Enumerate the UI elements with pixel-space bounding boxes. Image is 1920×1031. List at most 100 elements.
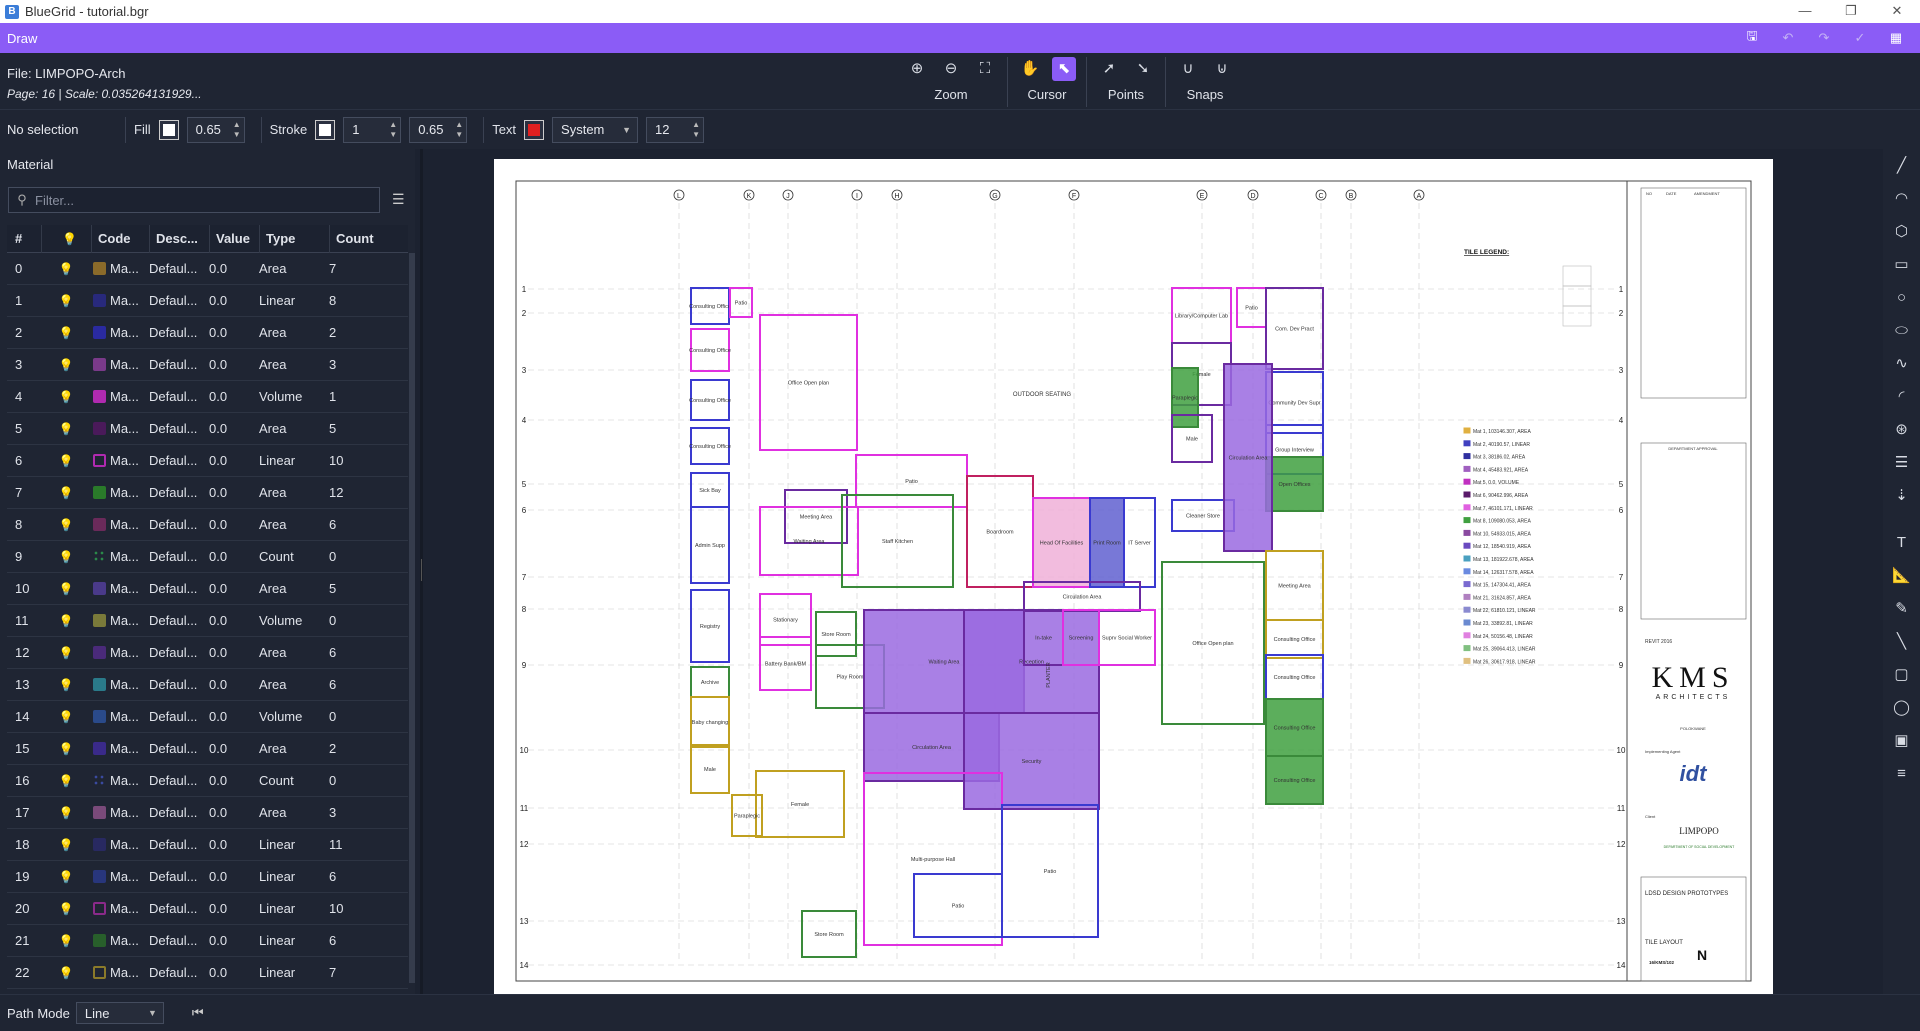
grid-icon[interactable]: ▦ xyxy=(1878,30,1914,46)
minimize-button[interactable]: — xyxy=(1782,0,1828,23)
hand-icon[interactable]: ✋ xyxy=(1018,57,1042,81)
table-row[interactable]: 13 💡 Ma... Defaul... 0.0 Area 6 xyxy=(7,669,408,701)
visibility-toggle[interactable]: 💡 xyxy=(41,581,91,596)
visibility-toggle[interactable]: 💡 xyxy=(41,421,91,436)
visibility-toggle[interactable]: 💡 xyxy=(41,613,91,628)
col-count[interactable]: Count xyxy=(329,224,385,253)
visibility-toggle[interactable]: 💡 xyxy=(41,261,91,276)
line-icon[interactable]: ╱ xyxy=(1883,149,1920,182)
table-row[interactable]: 22 💡 Ma... Defaul... 0.0 Linear 7 xyxy=(7,957,408,989)
arc-icon[interactable]: ◠ xyxy=(1883,182,1920,215)
visibility-toggle[interactable]: 💡 xyxy=(41,293,91,308)
table-row[interactable]: 14 💡 Ma... Defaul... 0.0 Volume 0 xyxy=(7,701,408,733)
stamp-icon[interactable]: ▣ xyxy=(1883,724,1920,757)
visibility-toggle[interactable]: 💡 xyxy=(41,965,91,980)
visibility-toggle[interactable]: 💡 xyxy=(41,485,91,500)
collapse-icon[interactable]: ⏮ xyxy=(192,1005,204,1021)
visibility-toggle[interactable]: 💡 xyxy=(41,357,91,372)
visibility-toggle[interactable]: 💡 xyxy=(41,389,91,404)
circle2-icon[interactable]: ◯ xyxy=(1883,691,1920,724)
col-type[interactable]: Type xyxy=(259,224,329,253)
visibility-toggle[interactable]: 💡 xyxy=(41,453,91,468)
rectangle-icon[interactable]: ▭ xyxy=(1883,248,1920,281)
col-code[interactable]: Code xyxy=(91,224,149,253)
table-row[interactable]: 1 💡 Ma... Defaul... 0.0 Linear 8 xyxy=(7,285,408,317)
visibility-toggle[interactable]: 💡 xyxy=(41,709,91,724)
dimension-icon[interactable]: ⊛ xyxy=(1883,413,1920,446)
snap-off-icon[interactable]: ⊍ xyxy=(1210,57,1234,81)
table-row[interactable]: 3 💡 Ma... Defaul... 0.0 Area 3 xyxy=(7,349,408,381)
check-icon[interactable]: ✓ xyxy=(1842,30,1878,46)
list-icon[interactable]: ≡ xyxy=(1883,757,1920,790)
save-icon[interactable]: 🖫 xyxy=(1734,27,1770,49)
close-button[interactable]: ✕ xyxy=(1874,0,1920,23)
panel-menu-icon[interactable]: ☰ xyxy=(392,191,405,208)
ellipse-icon[interactable]: ⬭ xyxy=(1883,314,1920,347)
select-cursor-icon[interactable]: ⬉ xyxy=(1052,57,1076,81)
stroke-color-button[interactable] xyxy=(315,119,336,140)
arc2-icon[interactable]: ◜ xyxy=(1883,380,1920,413)
redo-icon[interactable]: ↷ xyxy=(1806,30,1842,46)
hexagon-icon[interactable]: ⬡ xyxy=(1883,215,1920,248)
undo-icon[interactable]: ↶ xyxy=(1770,30,1806,46)
circle-icon[interactable]: ○ xyxy=(1883,281,1920,314)
col-value[interactable]: Value xyxy=(209,224,259,253)
visibility-toggle[interactable]: 💡 xyxy=(41,901,91,916)
zoom-fit-icon[interactable]: ⛶ xyxy=(973,57,997,81)
visibility-toggle[interactable]: 💡 xyxy=(41,741,91,756)
font-select[interactable]: System ▼ xyxy=(552,116,639,143)
visibility-toggle[interactable]: 💡 xyxy=(41,869,91,884)
table-row[interactable]: 11 💡 Ma... Defaul... 0.0 Volume 0 xyxy=(7,605,408,637)
col-id[interactable]: # xyxy=(7,225,41,253)
path-mode-select[interactable]: Line ▼ xyxy=(75,1002,164,1024)
text-stack-icon[interactable]: ☰ xyxy=(1883,446,1920,479)
visibility-toggle[interactable]: 💡 xyxy=(41,677,91,692)
zoom-out-icon[interactable]: ⊖ xyxy=(939,57,963,81)
visibility-toggle[interactable]: 💡 xyxy=(41,805,91,820)
maximize-button[interactable]: ❐ xyxy=(1828,0,1874,23)
table-row[interactable]: 17 💡 Ma... Defaul... 0.0 Area 3 xyxy=(7,797,408,829)
visibility-toggle[interactable]: 💡 xyxy=(41,325,91,340)
table-row[interactable]: 5 💡 Ma... Defaul... 0.0 Area 5 xyxy=(7,413,408,445)
curve-icon[interactable]: ∿ xyxy=(1883,347,1920,380)
point-remove-icon[interactable]: ➘ xyxy=(1131,57,1155,81)
text-color-button[interactable] xyxy=(524,119,545,140)
filter-input[interactable]: ⚲ Filter... xyxy=(8,187,380,213)
table-row[interactable]: 16 💡 Ma... Defaul... 0.0 Count 0 xyxy=(7,765,408,797)
stroke-opacity-input[interactable]: 0.65 ▲ ▼ xyxy=(409,116,468,143)
font-size-input[interactable]: 12 ▲ ▼ xyxy=(646,116,705,143)
table-row[interactable]: 7 💡 Ma... Defaul... 0.0 Area 12 xyxy=(7,477,408,509)
visibility-toggle[interactable]: 💡 xyxy=(41,645,91,660)
stroke-width-input[interactable]: 1 ▲ ▼ xyxy=(343,116,402,143)
visibility-toggle[interactable]: 💡 xyxy=(41,773,91,788)
table-row[interactable]: 9 💡 Ma... Defaul... 0.0 Count 0 xyxy=(7,541,408,573)
table-row[interactable]: 19 💡 Ma... Defaul... 0.0 Linear 6 xyxy=(7,861,408,893)
table-row[interactable]: 20 💡 Ma... Defaul... 0.0 Linear 10 xyxy=(7,893,408,925)
table-row[interactable]: 12 💡 Ma... Defaul... 0.0 Area 6 xyxy=(7,637,408,669)
point-add-icon[interactable]: ➚ xyxy=(1097,57,1121,81)
table-row[interactable]: 15 💡 Ma... Defaul... 0.0 Area 2 xyxy=(7,733,408,765)
table-row[interactable]: 10 💡 Ma... Defaul... 0.0 Area 5 xyxy=(7,573,408,605)
table-row[interactable]: 21 💡 Ma... Defaul... 0.0 Linear 6 xyxy=(7,925,408,957)
table-row[interactable]: 8 💡 Ma... Defaul... 0.0 Area 6 xyxy=(7,509,408,541)
visibility-toggle[interactable]: 💡 xyxy=(41,837,91,852)
visibility-toggle[interactable]: 💡 xyxy=(41,517,91,532)
col-visibility[interactable]: 💡 xyxy=(41,224,91,253)
col-desc[interactable]: Desc... xyxy=(149,224,209,253)
line2-icon[interactable]: ╲ xyxy=(1883,625,1920,658)
table-row[interactable]: 4 💡 Ma... Defaul... 0.0 Volume 1 xyxy=(7,381,408,413)
pencil-icon[interactable]: ✎ xyxy=(1883,592,1920,625)
fill-opacity-input[interactable]: 0.65 ▲ ▼ xyxy=(186,116,245,143)
snap-icon[interactable]: ∪ xyxy=(1176,57,1200,81)
shape-icon[interactable]: ▢ xyxy=(1883,658,1920,691)
floor-plan-sheet[interactable]: L K J I H G F E D C B A 1 1 2 2 3 3 4 4 5 5 6 6 7 7 8 8 9 9 10 10 11 11 12… xyxy=(494,159,1773,997)
visibility-toggle[interactable]: 💡 xyxy=(41,549,91,564)
text-icon[interactable]: T xyxy=(1883,526,1920,559)
table-row[interactable]: 6 💡 Ma... Defaul... 0.0 Linear 10 xyxy=(7,445,408,477)
measure-icon[interactable]: ⇣ xyxy=(1883,479,1920,512)
visibility-toggle[interactable]: 💡 xyxy=(41,933,91,948)
table-row[interactable]: 18 💡 Ma... Defaul... 0.0 Linear 11 xyxy=(7,829,408,861)
table-row[interactable]: 2 💡 Ma... Defaul... 0.0 Area 2 xyxy=(7,317,408,349)
zoom-in-icon[interactable]: ⊕ xyxy=(905,57,929,81)
fill-color-button[interactable] xyxy=(158,119,179,140)
